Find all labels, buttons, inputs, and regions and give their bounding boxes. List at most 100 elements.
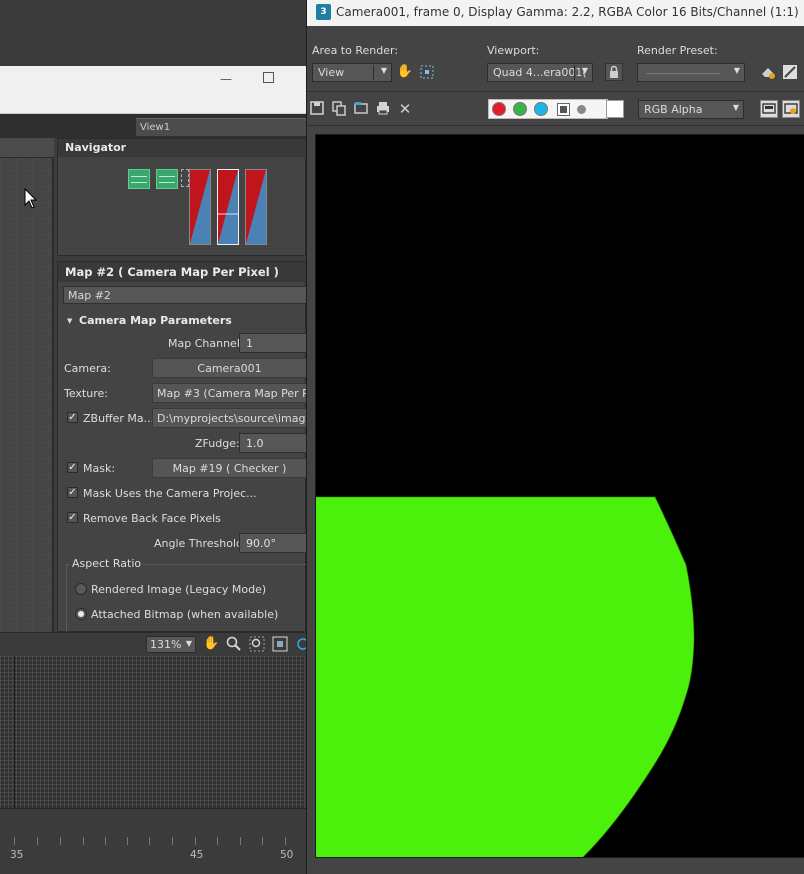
render-window-titlebar[interactable]: 3 Camera001, frame 0, Display Gamma: 2.2… [307,0,804,26]
rendered-image[interactable] [315,134,804,858]
texture-label: Texture: [64,387,108,400]
toggle-ui-overlays-icon[interactable] [760,100,778,118]
chevron-down-icon: ▼ [581,66,588,75]
map-channel-label: Map Channel: [168,337,244,350]
display-channel-dropdown[interactable]: RGB Alpha ▼ [638,100,744,119]
monochrome-toggle[interactable] [577,105,586,114]
clear-image-icon[interactable]: ✕ [396,100,414,118]
viewport-label: Viewport: [487,44,540,57]
render-image-toolbar: ✕ RGB Alpha ▼ [307,92,804,126]
mask-camera-checkbox[interactable]: ✓ [67,487,78,498]
aspect-ratio-label: Aspect Ratio [70,557,144,570]
zoom-magnifier-icon[interactable] [226,636,242,652]
maximize-icon[interactable] [263,72,274,83]
navigator-title: Navigator [58,139,307,157]
mask-label: Mask: [83,462,116,475]
channel-toggle-group [488,99,608,119]
auto-region-icon[interactable] [418,63,436,81]
zbuffer-checkbox[interactable]: ✓ [67,412,78,423]
remove-back-face-label: Remove Back Face Pixels [83,512,221,525]
frame-selected-icon[interactable] [272,636,288,652]
zoom-value: 131% [150,638,182,651]
mask-checkbox[interactable]: ✓ [67,462,78,473]
area-to-render-value: View [318,66,345,79]
environment-effects-icon[interactable] [781,63,799,81]
chevron-down-icon: ▼ [732,103,739,112]
render-preset-dropdown[interactable]: ▼ [637,63,745,82]
pan-hand-icon[interactable]: ✋ [203,636,219,652]
red-channel-toggle[interactable] [492,102,506,116]
minimize-icon[interactable]: — [220,72,232,86]
blue-channel-toggle[interactable] [534,102,548,116]
lock-viewport-icon[interactable] [605,63,623,81]
copy-image-icon[interactable] [330,100,348,118]
zoom-region-icon[interactable] [249,636,265,652]
mask-camera-label: Mask Uses the Camera Projec... [83,487,257,500]
render-settings-toolbar: Area to Render: View ▼ ✋ Viewport: Quad … [307,26,804,92]
edit-region-icon[interactable]: ✋ [396,63,414,81]
mouse-cursor-icon [24,188,38,209]
navigator-panel[interactable]: Navigator [57,138,307,256]
rendered-image-label: Rendered Image (Legacy Mode) [91,583,267,596]
zbuffer-file-button[interactable]: D:\myprojects\source\image\3c [152,408,307,428]
timeline-label: 50 [280,849,294,861]
rollout-collapse-icon[interactable]: ▼ [67,317,72,325]
timeline-ruler[interactable]: 35 45 50 [0,808,306,874]
render-window-footer [307,858,804,874]
render-output [316,496,695,857]
remove-back-face-checkbox[interactable]: ✓ [67,512,78,523]
navigator-node-stub [181,169,189,187]
display-channel-value: RGB Alpha [644,103,703,116]
radio-attached-bitmap[interactable] [75,608,87,620]
save-image-icon[interactable] [308,100,326,118]
radio-rendered-image[interactable] [75,583,87,595]
clone-frame-window-icon[interactable] [352,100,370,118]
chevron-down-icon: ▼ [733,66,740,75]
alpha-channel-toggle[interactable] [557,103,570,116]
mask-map-button[interactable]: Map #19 ( Checker ) [152,458,307,478]
navigator-map-node-selected[interactable] [217,169,239,245]
render-frame-window: 3 Camera001, frame 0, Display Gamma: 2.2… [306,0,804,874]
render-setup-icon[interactable] [759,63,777,81]
zoom-dropdown[interactable]: 131% ▼ [146,636,196,653]
navigator-map-node[interactable] [189,169,211,245]
color-swatch[interactable] [606,100,624,118]
toggle-ui-icon[interactable] [782,100,800,118]
print-image-icon[interactable] [374,100,392,118]
background-dialog: — [0,66,306,114]
map-panel-title: Map #2 ( Camera Map Per Pixel ) [58,262,307,282]
viewport-value: Quad 4...era001( [493,66,587,79]
timeline-label: 45 [190,849,204,861]
viewport-dropdown[interactable]: Quad 4...era001( ▼ [487,63,593,82]
map-parameters-panel: Map #2 ( Camera Map Per Pixel ) Map #2 ▼… [57,261,307,634]
left-panel-header [0,138,54,158]
navigator-node[interactable] [128,169,150,189]
left-node-view[interactable] [0,138,54,632]
map-channel-field[interactable]: 1 [239,333,307,353]
timeline-label: 35 [10,849,24,861]
chevron-down-icon: ▼ [380,66,387,75]
rollout-title[interactable]: Camera Map Parameters [79,314,232,327]
angle-threshold-label: Angle Threshold: [154,537,247,550]
texture-map-button[interactable]: Map #3 (Camera Map Per Pixel [152,383,307,403]
map-name-field[interactable]: Map #2 [63,286,307,304]
angle-threshold-field[interactable]: 90.0° [239,533,307,553]
zfudge-field[interactable]: 1.0 [239,433,307,453]
green-channel-toggle[interactable] [513,102,527,116]
zfudge-label: ZFudge: [195,437,240,450]
area-to-render-dropdown[interactable]: View ▼ [312,63,392,82]
camera-label: Camera: [64,362,111,375]
app-icon: 3 [316,4,331,20]
attached-bitmap-label: Attached Bitmap (when available) [91,608,279,621]
zbuffer-label: ZBuffer Ma... [83,412,155,425]
area-to-render-label: Area to Render: [312,44,399,57]
camera-picker-button[interactable]: Camera001 [152,358,307,378]
background-app-top [0,0,306,66]
navigator-node[interactable] [156,169,178,189]
extra-view-icon[interactable] [295,636,306,652]
chevron-down-icon: ▼ [185,639,192,648]
navigator-map-node[interactable] [245,169,267,245]
aspect-ratio-group [66,564,307,634]
view-tab[interactable]: View1 [136,118,306,136]
grid-marker [14,656,15,808]
